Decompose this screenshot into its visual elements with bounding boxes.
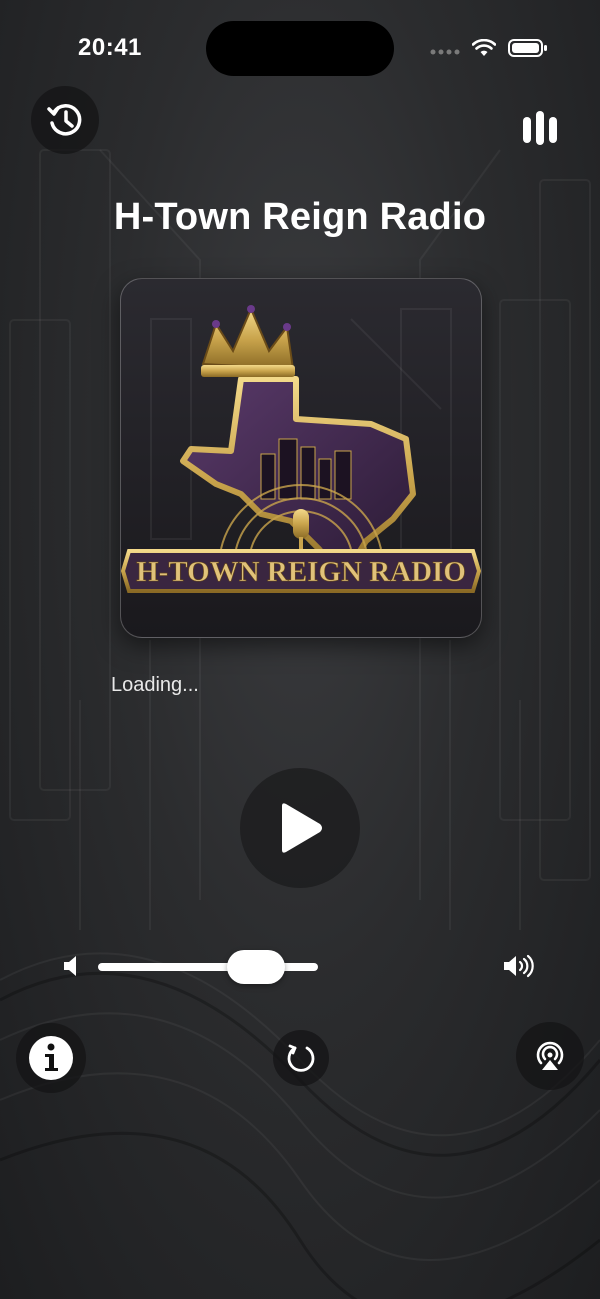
info-icon (29, 1036, 73, 1080)
status-bar: 20:41 (0, 0, 600, 96)
station-title: H-Town Reign Radio (113, 196, 487, 238)
status-icons (430, 38, 548, 58)
history-icon (47, 104, 82, 136)
play-icon (282, 803, 322, 853)
speaker-high-icon (504, 954, 534, 978)
volume-slider-thumb[interactable] (226, 950, 285, 984)
background-pattern (0, 0, 600, 1299)
refresh-button[interactable] (273, 1030, 329, 1086)
info-button[interactable] (16, 1023, 86, 1093)
refresh-icon (287, 1044, 315, 1072)
speaker-low-icon (64, 956, 76, 976)
station-logo-text: H-TOWN REIGN RADIO (136, 556, 466, 588)
battery-icon (508, 39, 547, 57)
bars-icon (523, 111, 557, 145)
station-logo: H-TOWN REIGN RADIO (121, 305, 481, 593)
dynamic-island (206, 21, 394, 76)
volume-slider-track[interactable] (98, 963, 318, 971)
playback-status: Loading... (111, 674, 199, 696)
wifi-icon (472, 39, 496, 56)
airplay-icon (536, 1041, 564, 1070)
status-time: 20:41 (78, 34, 142, 61)
play-button[interactable] (240, 768, 360, 888)
station-artwork: H-TOWN REIGN RADIO (120, 278, 482, 638)
menu-bars-button[interactable] (512, 103, 568, 153)
airplay-button[interactable] (516, 1022, 584, 1090)
volume-control (60, 944, 540, 988)
cellular-signal-icon (430, 49, 460, 55)
history-button[interactable] (31, 86, 99, 154)
